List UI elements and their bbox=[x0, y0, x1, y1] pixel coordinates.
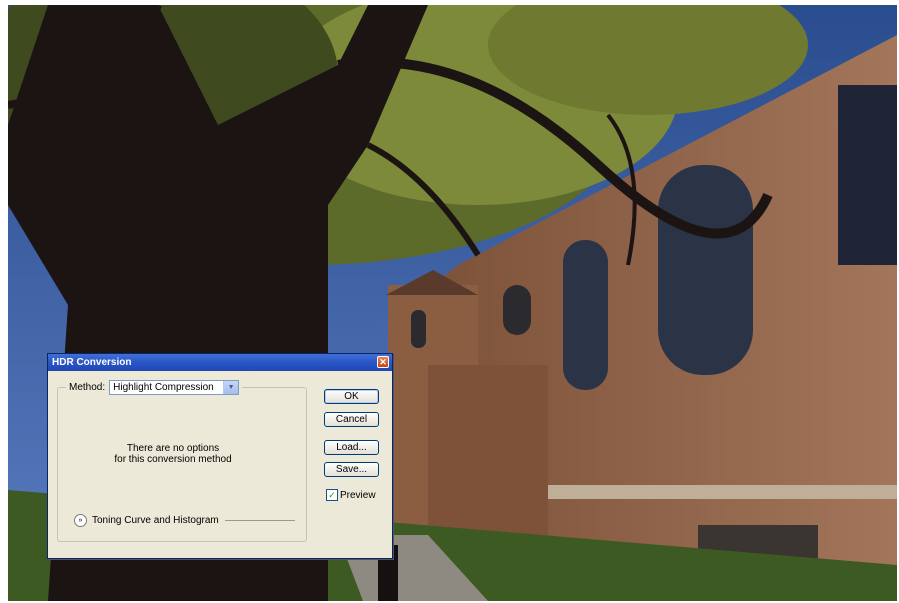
load-button[interactable]: Load... bbox=[324, 440, 379, 455]
expand-toggle-icon[interactable]: » bbox=[74, 514, 87, 527]
close-button[interactable]: ✕ bbox=[377, 356, 389, 368]
message-line-1: There are no options bbox=[126, 443, 220, 454]
close-icon: ✕ bbox=[379, 357, 387, 367]
ok-button[interactable]: OK bbox=[324, 389, 379, 404]
preview-option[interactable]: ✓ Preview bbox=[326, 489, 376, 501]
dialog-title: HDR Conversion bbox=[52, 357, 132, 368]
dialog-title-bar[interactable]: HDR Conversion ✕ bbox=[48, 354, 392, 371]
message-line-2: for this conversion method bbox=[114, 454, 232, 465]
chevron-down-icon[interactable]: ▼ bbox=[223, 381, 239, 394]
method-row: Method: Highlight Compression ▼ bbox=[66, 380, 243, 395]
method-dropdown[interactable]: Highlight Compression ▼ bbox=[109, 380, 240, 395]
method-label: Method: bbox=[69, 382, 106, 393]
save-button[interactable]: Save... bbox=[324, 462, 379, 477]
hdr-conversion-dialog: HDR Conversion ✕ Method: Highlight Compr… bbox=[47, 353, 393, 559]
toning-curve-label: Toning Curve and Histogram bbox=[92, 515, 219, 526]
preview-label: Preview bbox=[340, 489, 376, 501]
preview-checkbox[interactable]: ✓ bbox=[326, 489, 338, 501]
no-options-message: There are no options for this conversion… bbox=[98, 443, 248, 465]
method-selected-value: Highlight Compression bbox=[113, 382, 214, 393]
cancel-button[interactable]: Cancel bbox=[324, 412, 379, 427]
section-divider bbox=[224, 520, 295, 521]
toning-curve-section: » Toning Curve and Histogram bbox=[74, 514, 295, 527]
